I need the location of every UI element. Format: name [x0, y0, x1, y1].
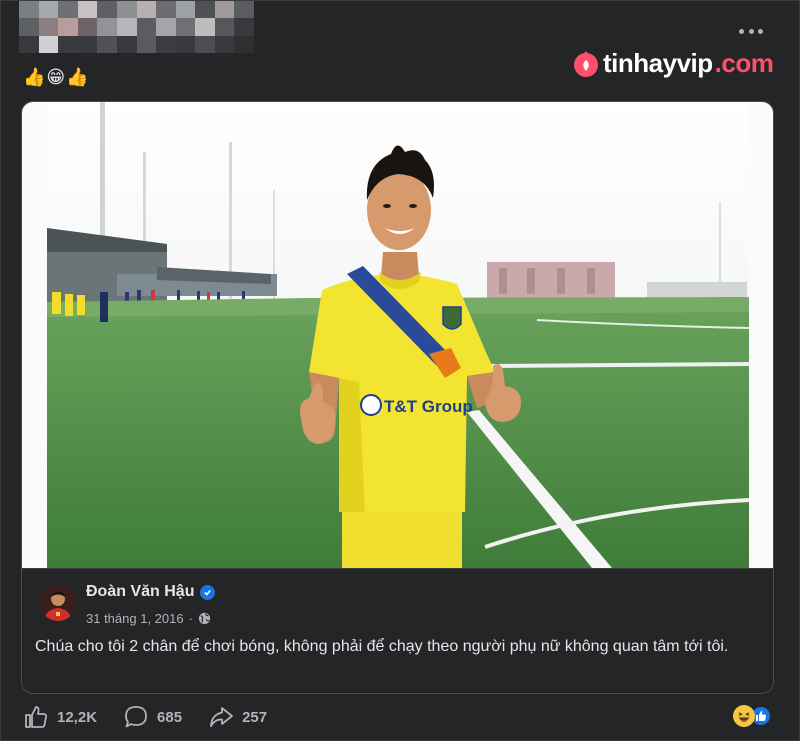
- comment-icon: [125, 706, 147, 728]
- facebook-post: 👍😁👍 tinhayvip .com T&T Group Đoàn Văn Hậ…: [0, 0, 800, 741]
- watermark-brand-text: tinhayvip: [603, 47, 713, 78]
- post-caption-emoji: 👍😁👍: [23, 67, 90, 88]
- reaction-summary[interactable]: [733, 705, 772, 727]
- jersey-sponsor-text: T&T Group: [384, 397, 473, 416]
- like-icon: [25, 706, 47, 728]
- blurred-profile-header: [19, 1, 254, 53]
- share-button[interactable]: 257: [208, 704, 267, 730]
- date-separator: ·: [188, 611, 193, 626]
- post-photo[interactable]: T&T Group: [22, 102, 773, 568]
- like-button[interactable]: 12,2K: [23, 704, 97, 730]
- post-date-text[interactable]: 31 tháng 1, 2016: [86, 611, 184, 626]
- author-avatar-image: [40, 585, 76, 621]
- globe-icon: [198, 612, 211, 625]
- author-name-text[interactable]: Đoàn Văn Hậu: [86, 583, 194, 601]
- football-player-photo: T&T Group: [47, 102, 749, 568]
- share-count: 257: [242, 708, 268, 726]
- more-icon: [739, 28, 744, 34]
- author-name[interactable]: Đoàn Văn Hậu: [86, 583, 216, 601]
- post-timestamp[interactable]: 31 tháng 1, 2016 ·: [86, 611, 211, 626]
- shared-post-card[interactable]: T&T Group Đoàn Văn Hậu 31 tháng 1, 2016 …: [21, 101, 774, 694]
- more-options-button[interactable]: [739, 23, 763, 39]
- avatar[interactable]: [40, 585, 76, 621]
- haha-reaction-icon: [733, 705, 755, 727]
- comment-button[interactable]: 685: [123, 704, 182, 730]
- like-count: 12,2K: [57, 708, 98, 726]
- share-icon: [210, 707, 233, 727]
- shared-post-text: Chúa cho tôi 2 chân để chơi bóng, không …: [35, 638, 729, 655]
- comment-count: 685: [157, 708, 183, 726]
- watermark-domain-text: .com: [714, 47, 774, 78]
- shared-post-details: Đoàn Văn Hậu 31 tháng 1, 2016 · Chúa cho…: [22, 568, 773, 693]
- action-bar: 12,2K 685 257: [23, 703, 293, 731]
- watermark-flame-icon: [574, 51, 598, 77]
- watermark-logo: tinhayvip .com: [571, 45, 774, 81]
- verified-icon: [200, 584, 216, 600]
